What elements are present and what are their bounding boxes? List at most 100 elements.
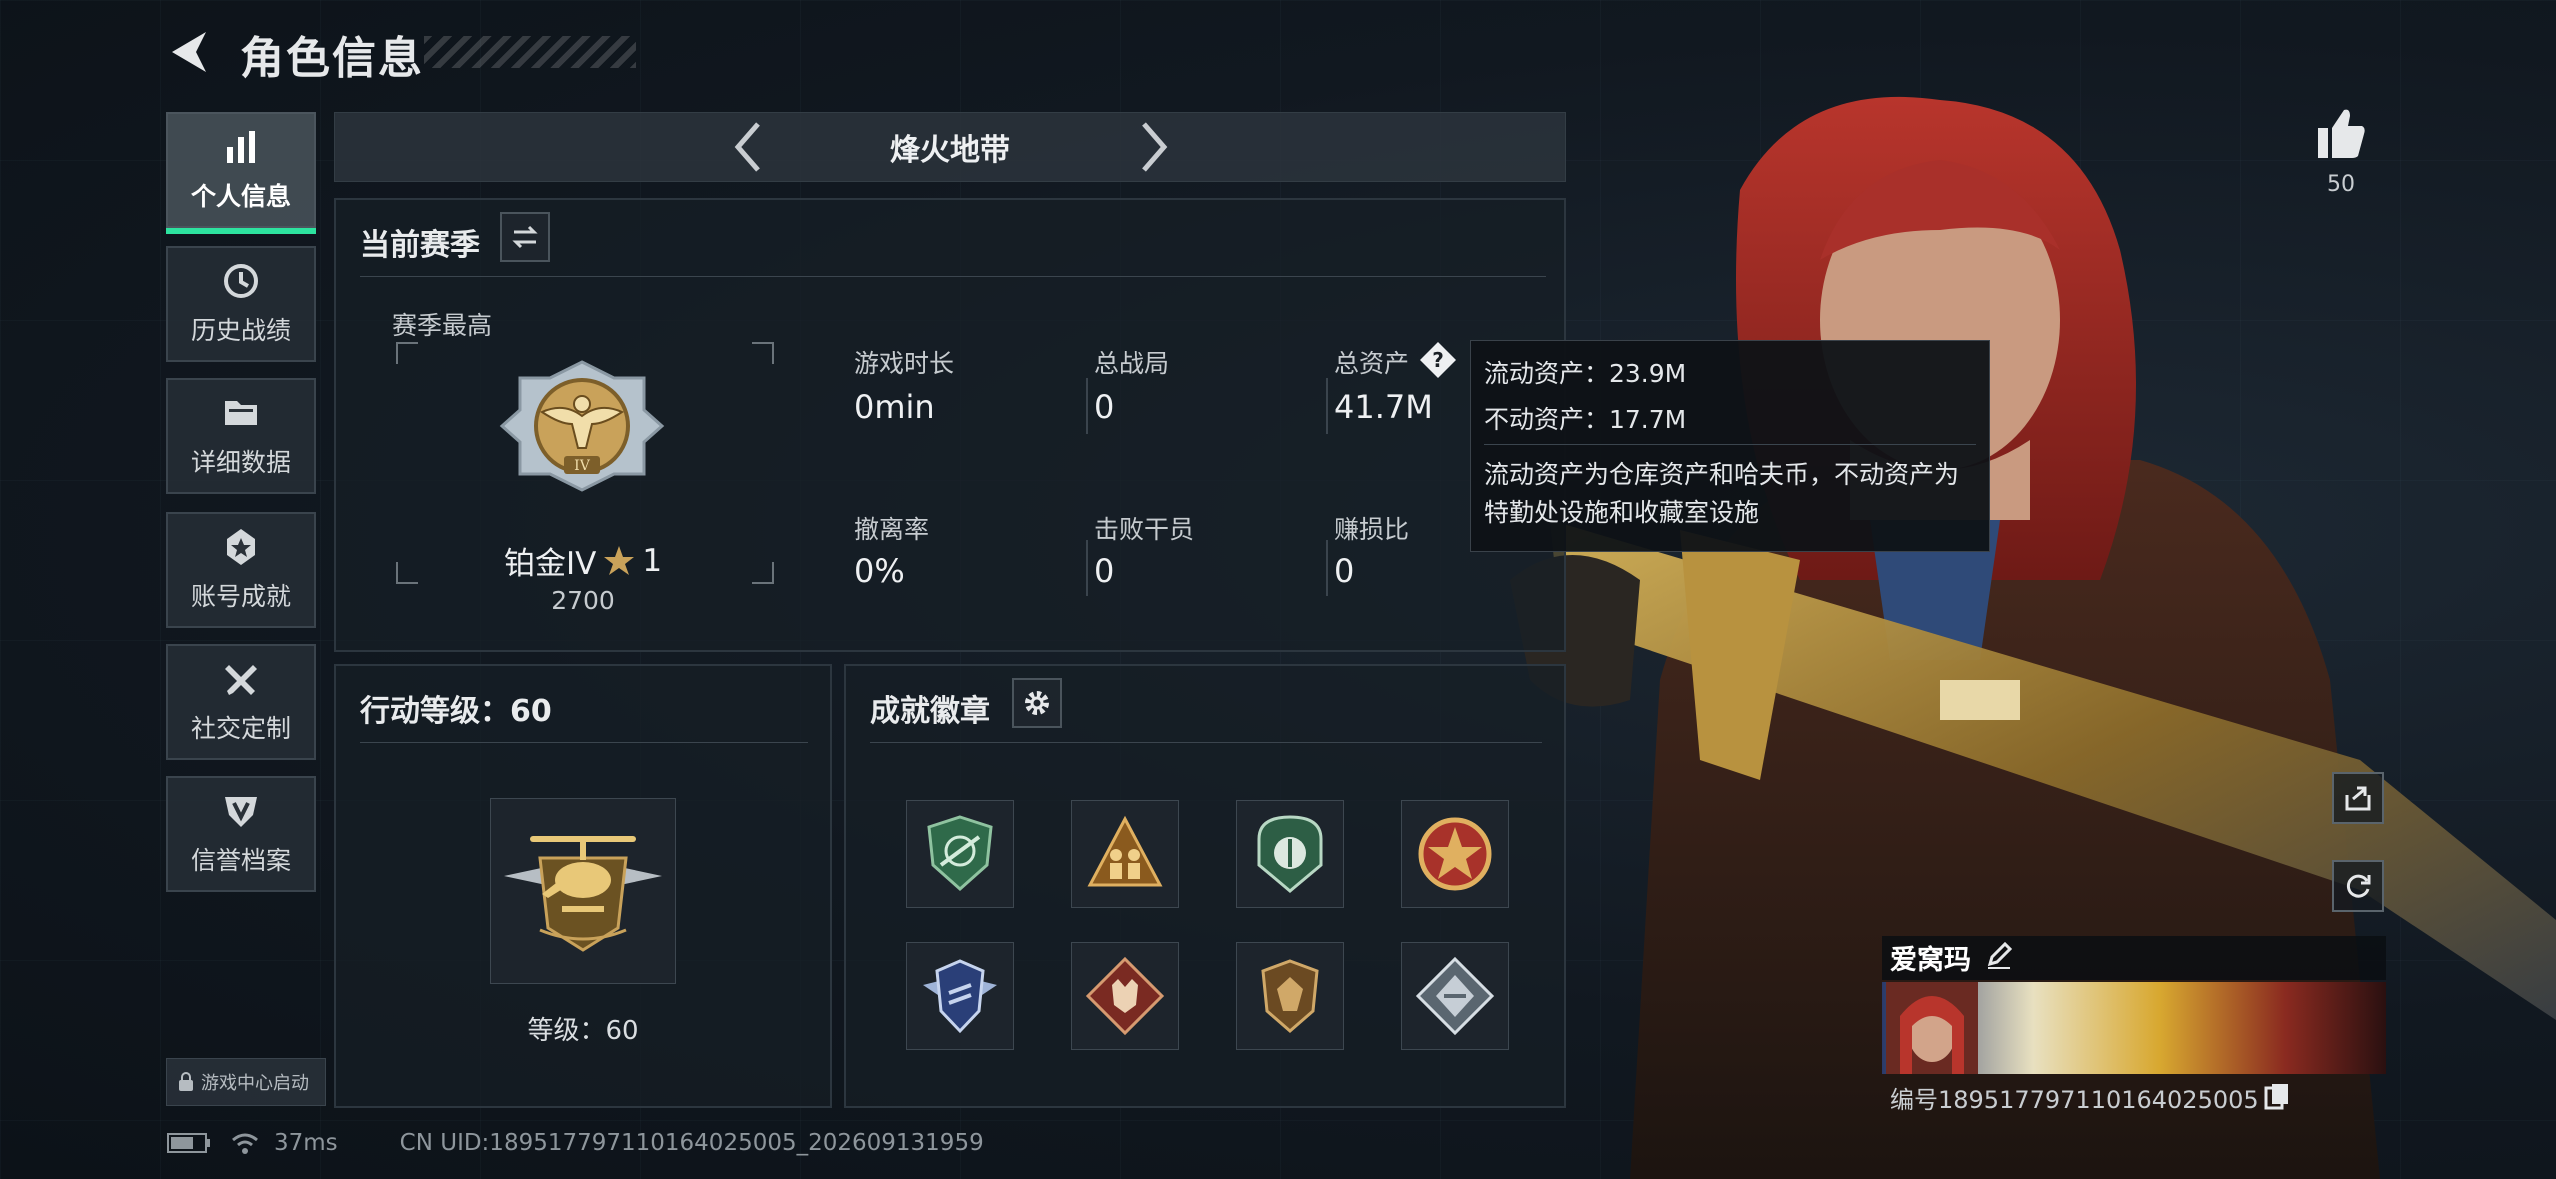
badge-slot[interactable] bbox=[906, 942, 1014, 1050]
ping-value: 37ms bbox=[274, 1130, 338, 1156]
wrench-icon bbox=[225, 665, 257, 695]
level-label: 等级：60 bbox=[527, 1016, 639, 1046]
action-level-divider bbox=[360, 742, 808, 743]
player-uid: 编号1895177971101640250​05 bbox=[1890, 1086, 2259, 1114]
copy-icon[interactable] bbox=[2262, 1080, 2292, 1110]
shield-v-icon bbox=[225, 797, 257, 827]
star-icon bbox=[604, 545, 635, 575]
stat-value-total-matches: 0 bbox=[1094, 388, 1115, 426]
action-level-title: 行动等级：60 bbox=[360, 694, 552, 729]
stat-label-total-assets: 总资产 bbox=[1334, 349, 1410, 378]
stat-value-total-assets: 41.7M bbox=[1334, 388, 1433, 426]
chevron-left-icon[interactable] bbox=[728, 118, 768, 176]
stat-label-total-matches: 总战局 bbox=[1094, 349, 1170, 378]
tooltip-liquid-assets: 流动资产：23.9M bbox=[1484, 359, 1687, 388]
stat-separator bbox=[1086, 540, 1088, 596]
badge-slot[interactable] bbox=[1236, 942, 1344, 1050]
back-arrow-icon[interactable] bbox=[166, 28, 212, 76]
wings-shield-badge-icon bbox=[923, 959, 997, 1034]
stat-label-operators-defeated: 击败干员 bbox=[1094, 515, 1195, 544]
nav-label: 信誉档案 bbox=[190, 846, 291, 875]
nav-item-history[interactable]: 历史战绩 bbox=[166, 246, 316, 362]
share-icon bbox=[2345, 786, 2371, 811]
rifle-shield-badge-icon bbox=[927, 815, 993, 892]
folder-icon bbox=[225, 401, 257, 425]
stat-label-profit-ratio: 赚损比 bbox=[1334, 515, 1410, 544]
rank-points: 2700 bbox=[551, 586, 615, 615]
chevron-right-icon[interactable] bbox=[1134, 118, 1174, 176]
mode-title: 烽火地带 bbox=[890, 133, 1010, 168]
badges-title: 成就徽章 bbox=[870, 694, 990, 729]
nav-label: 历史战绩 bbox=[190, 316, 291, 345]
badge-slot[interactable] bbox=[906, 800, 1014, 908]
frame-corner bbox=[396, 562, 418, 584]
rank-stars: 1 bbox=[642, 542, 663, 579]
stat-value-extraction-rate: 0% bbox=[854, 552, 905, 590]
nav-item-detailed-data[interactable]: 详细数据 bbox=[166, 378, 316, 494]
nav-item-social[interactable]: 社交定制 bbox=[166, 644, 316, 760]
round-shield-badge-icon bbox=[1257, 815, 1323, 893]
nav-item-reputation[interactable]: 信誉档案 bbox=[166, 776, 316, 892]
help-icon[interactable]: ? bbox=[1418, 340, 1458, 380]
stat-separator bbox=[1086, 378, 1088, 434]
clock-icon bbox=[224, 264, 258, 298]
badge-slot[interactable] bbox=[1071, 942, 1179, 1050]
rank-name-row: 铂金IV 1 bbox=[500, 538, 666, 583]
badge-slot[interactable] bbox=[1401, 942, 1509, 1050]
status-bar: 37ms CN UID:1895177971101640250​05_20260… bbox=[166, 1130, 984, 1156]
wifi-icon bbox=[232, 1133, 258, 1154]
rotate-button[interactable] bbox=[2332, 860, 2384, 912]
star-badge-icon bbox=[227, 529, 255, 565]
nav-label: 个人信息 bbox=[190, 182, 291, 211]
gear-icon bbox=[1025, 691, 1049, 715]
stat-value-operators-defeated: 0 bbox=[1094, 552, 1115, 590]
frame-corner bbox=[752, 342, 774, 364]
bar-chart-icon bbox=[227, 131, 255, 163]
frame-corner bbox=[752, 562, 774, 584]
badge-slot[interactable] bbox=[1071, 800, 1179, 908]
nav-label: 账号成就 bbox=[190, 582, 291, 611]
badge-slot[interactable] bbox=[1401, 800, 1509, 908]
like-count: 50 bbox=[2327, 172, 2355, 197]
rank-name: 铂金IV bbox=[503, 546, 597, 582]
frame-corner bbox=[396, 342, 418, 364]
season-title: 当前赛季 bbox=[360, 228, 480, 263]
helicopter-level-emblem-icon bbox=[504, 836, 662, 952]
nav-item-achievements[interactable]: 账号成就 bbox=[166, 512, 316, 628]
edit-pencil-icon[interactable] bbox=[1984, 940, 2014, 970]
bronze-crest-badge-icon bbox=[1261, 959, 1319, 1033]
nav-item-personal-info[interactable]: 个人信息 bbox=[166, 112, 316, 234]
share-button[interactable] bbox=[2332, 772, 2384, 824]
page-title: 角色信息 bbox=[240, 33, 424, 84]
cn-uid: CN UID:1895177971101640250​05_2026091319… bbox=[399, 1130, 984, 1156]
season-divider bbox=[360, 276, 1546, 277]
svg-text:IV: IV bbox=[574, 458, 591, 474]
badges-divider bbox=[870, 742, 1542, 743]
launcher-label: 游戏中心启动 bbox=[201, 1073, 309, 1094]
nav-label: 社交定制 bbox=[190, 714, 291, 743]
badge-settings-button[interactable] bbox=[1012, 678, 1062, 728]
lock-icon bbox=[179, 1072, 193, 1091]
tooltip-fixed-assets: 不动资产：17.7M bbox=[1484, 405, 1687, 434]
season-switch-button[interactable] bbox=[500, 212, 550, 262]
game-center-launch-button[interactable]: 游戏中心启动 bbox=[166, 1058, 326, 1106]
stat-separator bbox=[1326, 540, 1328, 596]
soldiers-triangle-badge-icon bbox=[1087, 815, 1163, 887]
stat-value-play-time: 0min bbox=[854, 388, 935, 426]
nav-label: 详细数据 bbox=[190, 448, 291, 477]
player-name: 爱窝玛 bbox=[1890, 945, 1971, 976]
stat-label-extraction-rate: 撤离率 bbox=[854, 515, 930, 544]
wolf-diamond-badge-icon bbox=[1085, 956, 1165, 1036]
season-best-label: 赛季最高 bbox=[392, 311, 493, 340]
rotate-icon bbox=[2346, 874, 2371, 898]
platinum-rank-emblem-icon: IV bbox=[499, 360, 665, 492]
badge-slot[interactable] bbox=[1236, 800, 1344, 908]
thumbs-up-icon[interactable] bbox=[2316, 106, 2366, 160]
title-decoration bbox=[424, 36, 636, 68]
tooltip-description: 流动资产为仓库资产和哈夫币，不动资产为特勤处设施和收藏室设施 bbox=[1484, 460, 1960, 527]
stat-value-profit-ratio: 0 bbox=[1334, 552, 1355, 590]
swap-arrows-icon bbox=[512, 225, 538, 249]
stat-label-play-time: 游戏时长 bbox=[854, 349, 955, 378]
steel-diamond-badge-icon bbox=[1415, 956, 1495, 1036]
stat-separator bbox=[1326, 378, 1328, 434]
